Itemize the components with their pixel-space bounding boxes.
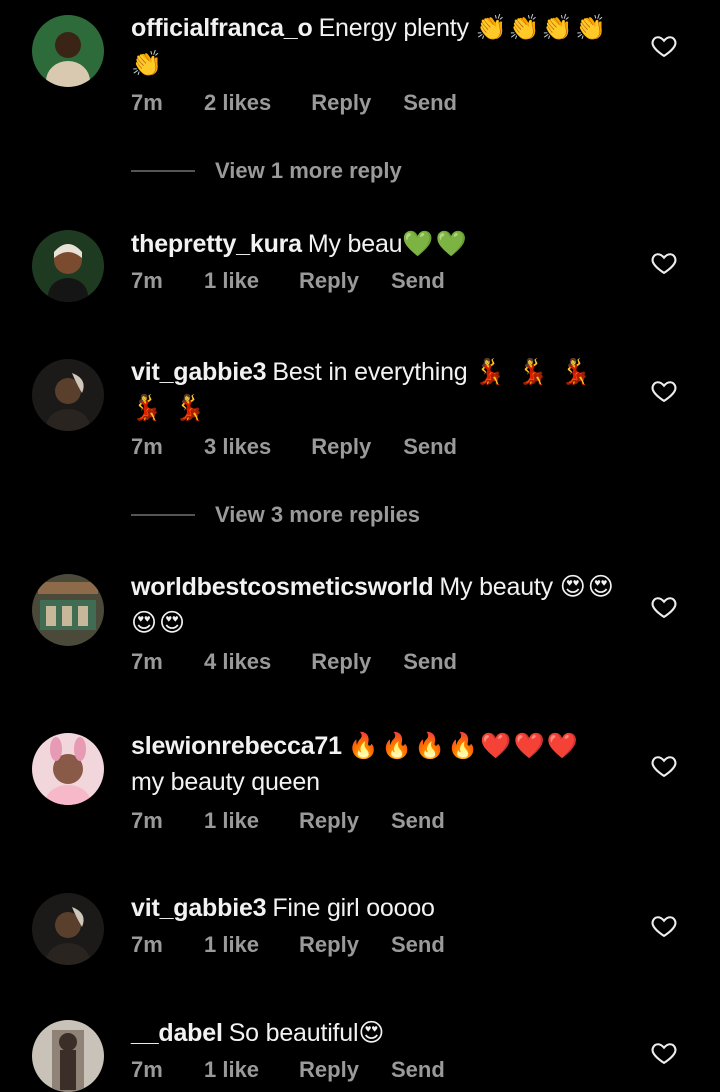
comment-time: 7m [131,649,163,674]
reply-button[interactable]: Reply [311,434,371,460]
comment-text: Best in everything [272,358,468,386]
avatar[interactable] [32,574,104,646]
comment-username[interactable]: __dabel [131,1019,223,1047]
comment-time: 7m [131,268,163,293]
reply-button[interactable]: Reply [299,932,359,958]
view-more-label[interactable]: View 3 more replies [215,502,420,528]
reply-button[interactable]: Reply [299,1057,359,1083]
comment-text: Energy plenty [318,14,469,42]
avatar[interactable] [32,230,104,302]
send-button[interactable]: Send [403,90,457,116]
heart-outline-icon[interactable] [650,1039,678,1067]
avatar[interactable] [32,1020,104,1092]
divider-line [131,170,195,172]
send-button[interactable]: Send [391,808,445,834]
comment-likes[interactable]: 1 like [204,1057,259,1083]
reply-button[interactable]: Reply [299,268,359,294]
heart-outline-icon[interactable] [650,593,678,621]
send-button[interactable]: Send [403,649,457,675]
heart-outline-icon[interactable] [650,912,678,940]
comment-text: So beautiful [228,1019,359,1047]
avatar[interactable] [32,359,104,431]
avatar[interactable] [32,733,104,805]
send-button[interactable]: Send [391,268,445,294]
view-more-replies[interactable]: View 3 more replies [131,502,420,528]
send-button[interactable]: Send [403,434,457,460]
comment-time: 7m [131,1057,163,1082]
comment-emoji: 😍 [358,1018,387,1047]
send-button[interactable]: Send [391,932,445,958]
reply-button[interactable]: Reply [311,649,371,675]
divider-line [131,514,195,516]
comment-text: my beauty queen [131,768,320,796]
avatar[interactable] [32,15,104,87]
comment-username[interactable]: officialfranca_o [131,14,313,42]
comment-likes[interactable]: 4 likes [204,649,271,675]
comment-username[interactable]: slewionrebecca71 [131,732,342,760]
comment-likes[interactable]: 3 likes [204,434,271,460]
heart-outline-icon[interactable] [650,249,678,277]
comment-time: 7m [131,90,163,115]
comment-time: 7m [131,932,163,957]
heart-outline-icon[interactable] [650,752,678,780]
comment-username[interactable]: worldbestcosmeticsworld [131,573,434,601]
heart-outline-icon[interactable] [650,32,678,60]
comment-likes[interactable]: 1 like [204,268,259,294]
reply-button[interactable]: Reply [299,808,359,834]
heart-outline-icon[interactable] [650,377,678,405]
comment-emoji: 💚💚 [402,229,469,258]
view-more-label[interactable]: View 1 more reply [215,158,402,184]
comment-username[interactable]: thepretty_kura [131,230,302,258]
comment-time: 7m [131,434,163,459]
comment-text: Fine girl ooooo [272,894,435,922]
comment-likes[interactable]: 1 like [204,932,259,958]
comment-text: My beauty [439,573,553,601]
comment-text: My beau [307,230,403,258]
comment-time: 7m [131,808,163,833]
comment-username[interactable]: vit_gabbie3 [131,358,267,386]
send-button[interactable]: Send [391,1057,445,1083]
comment-username[interactable]: vit_gabbie3 [131,894,267,922]
comment-emoji: 🔥🔥🔥🔥❤️❤️❤️ [347,731,580,760]
view-more-replies[interactable]: View 1 more reply [131,158,402,184]
comment-likes[interactable]: 1 like [204,808,259,834]
comment-likes[interactable]: 2 likes [204,90,271,116]
reply-button[interactable]: Reply [311,90,371,116]
avatar[interactable] [32,893,104,965]
